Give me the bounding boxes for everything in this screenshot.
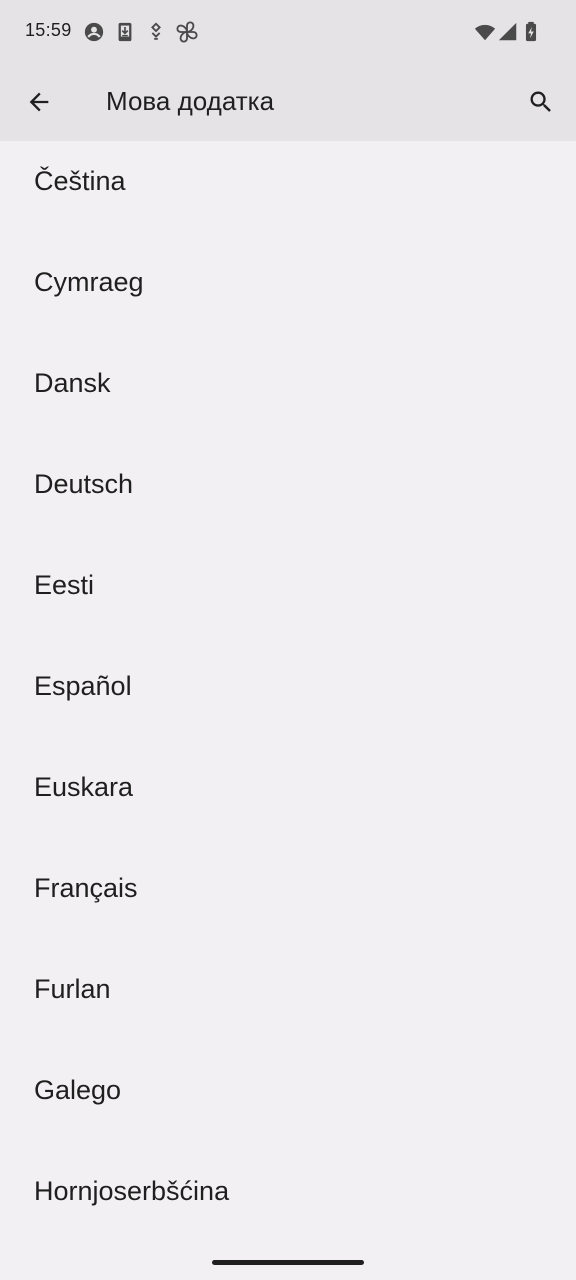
language-item-galego[interactable]: Galego xyxy=(0,1040,576,1141)
language-item-deutsch[interactable]: Deutsch xyxy=(0,434,576,535)
language-item-dansk[interactable]: Dansk xyxy=(0,333,576,434)
language-item-eesti[interactable]: Eesti xyxy=(0,535,576,636)
top-app-area: 15:59 Мова додатка xyxy=(0,0,576,141)
search-icon xyxy=(530,91,551,112)
page-title: Мова додатка xyxy=(106,86,275,116)
pinwheel-icon xyxy=(176,21,198,43)
language-item-francais[interactable]: Français xyxy=(0,838,576,939)
language-label: Deutsch xyxy=(34,469,134,499)
battery-charging-icon xyxy=(525,21,537,42)
back-button[interactable] xyxy=(16,79,62,125)
language-label: Euskara xyxy=(34,772,134,802)
language-label: Français xyxy=(34,873,138,903)
download-icon xyxy=(118,22,132,42)
language-item-furlan[interactable]: Furlan xyxy=(0,939,576,1040)
arrow-back-icon xyxy=(29,92,49,112)
language-label: Galego xyxy=(34,1075,122,1105)
status-time: 15:59 xyxy=(25,20,72,40)
language-label: Dansk xyxy=(34,368,111,398)
language-item-espanol[interactable]: Español xyxy=(0,636,576,737)
language-label: Hornjoserbšćina xyxy=(34,1176,230,1206)
gesture-navigation-bar[interactable] xyxy=(212,1260,364,1265)
language-item-euskara[interactable]: Euskara xyxy=(0,737,576,838)
language-list: Čeština Cymraeg Dansk Deutsch Eesti Espa… xyxy=(0,131,576,1242)
language-label: Eesti xyxy=(34,570,95,600)
language-label: Cymraeg xyxy=(34,267,144,297)
assistant-icon xyxy=(151,22,161,40)
status-bar: 15:59 xyxy=(0,0,576,64)
wifi-icon xyxy=(474,24,496,41)
app-bar: Мова додатка xyxy=(0,64,576,141)
search-button[interactable] xyxy=(518,79,564,125)
language-label: Furlan xyxy=(34,974,111,1004)
language-label: Español xyxy=(34,671,132,701)
signal-icon xyxy=(498,22,517,41)
language-item-hornjoserbscina[interactable]: Hornjoserbšćina xyxy=(0,1141,576,1242)
account-circle-icon xyxy=(84,22,104,42)
language-item-cymraeg[interactable]: Cymraeg xyxy=(0,232,576,333)
language-label: Čeština xyxy=(34,166,126,196)
language-item-cestina[interactable]: Čeština xyxy=(0,131,576,232)
